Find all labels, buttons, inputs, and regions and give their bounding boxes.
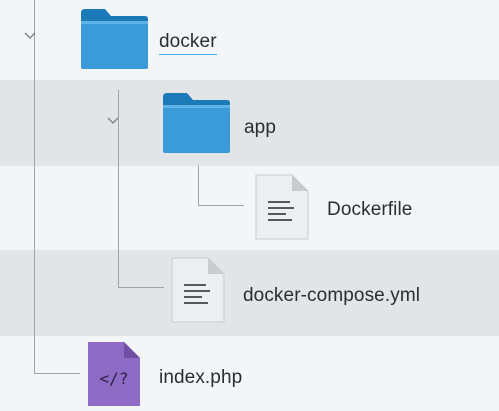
- php-icon-glyph: </?: [100, 369, 129, 388]
- file-label[interactable]: index.php: [159, 367, 242, 389]
- file-label[interactable]: docker-compose.yml: [243, 285, 420, 307]
- tree-guide-line: [34, 373, 80, 374]
- tree-row-dockerfile[interactable]: [0, 166, 499, 250]
- file-label[interactable]: Dockerfile: [327, 199, 412, 221]
- folder-label[interactable]: app: [244, 117, 276, 139]
- text-file-icon: [171, 257, 225, 323]
- tree-guide-line: [34, 0, 35, 374]
- tree-row-docker[interactable]: [0, 0, 499, 80]
- folder-icon: [163, 93, 230, 153]
- tree-guide-line: [118, 287, 164, 288]
- chevron-down-icon[interactable]: [107, 117, 119, 125]
- chevron-down-icon[interactable]: [24, 32, 36, 40]
- folder-label[interactable]: docker: [159, 31, 217, 55]
- text-file-icon: [255, 174, 309, 240]
- php-file-icon: </?: [88, 342, 140, 406]
- tree-guide-line: [198, 205, 244, 206]
- file-tree: docker app Dockerfile docker-compose.yml…: [0, 0, 499, 411]
- folder-icon: [81, 9, 148, 69]
- tree-guide-line: [198, 165, 199, 206]
